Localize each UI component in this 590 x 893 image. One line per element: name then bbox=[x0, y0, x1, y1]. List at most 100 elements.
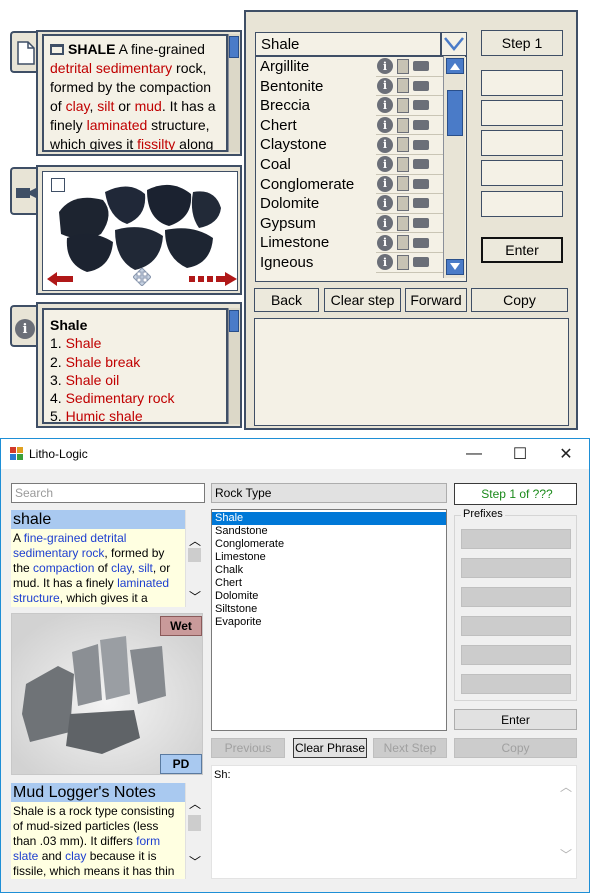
prefix-slot-1[interactable] bbox=[481, 70, 563, 96]
scroll-thumb[interactable] bbox=[229, 36, 239, 58]
info-icon[interactable]: i bbox=[377, 58, 393, 75]
camera-icon[interactable] bbox=[413, 80, 429, 91]
document-icon[interactable] bbox=[397, 176, 409, 192]
related-item-link[interactable]: Humic shale bbox=[66, 408, 143, 424]
rock-list-scrollbar[interactable] bbox=[443, 56, 465, 278]
document-icon[interactable] bbox=[397, 195, 409, 211]
info-icon[interactable]: i bbox=[377, 234, 393, 251]
related-item[interactable]: 1. Shale bbox=[50, 334, 220, 352]
rock-list-item[interactable]: Dolomite bbox=[212, 590, 446, 603]
camera-icon[interactable] bbox=[413, 257, 429, 268]
prefix-slot-3[interactable] bbox=[461, 587, 571, 607]
prefix-slot-2[interactable] bbox=[461, 558, 571, 578]
related-scrollbar[interactable] bbox=[228, 308, 240, 424]
rock-list-item[interactable]: Conglomerate bbox=[212, 538, 446, 551]
prefix-slot-1[interactable] bbox=[461, 529, 571, 549]
camera-icon[interactable] bbox=[413, 100, 429, 111]
clear-step-button[interactable]: Clear step bbox=[324, 288, 401, 312]
related-item-link[interactable]: Shale oil bbox=[66, 372, 120, 388]
info-icon[interactable]: i bbox=[377, 195, 393, 212]
minimize-button[interactable]: — bbox=[451, 439, 497, 469]
next-step-button[interactable]: Next Step bbox=[373, 738, 447, 758]
camera-icon[interactable] bbox=[413, 61, 429, 72]
document-icon[interactable] bbox=[397, 78, 409, 94]
wet-badge[interactable]: Wet bbox=[160, 616, 202, 636]
close-button[interactable]: ✕ bbox=[543, 439, 589, 469]
document-icon[interactable] bbox=[397, 137, 409, 153]
document-icon[interactable] bbox=[397, 58, 409, 74]
scroll-down-icon[interactable]: ﹀ bbox=[560, 846, 572, 863]
document-tab[interactable] bbox=[10, 31, 38, 73]
rock-list-item[interactable]: Conglomerate bbox=[257, 175, 377, 195]
scroll-down-icon[interactable]: ﹀ bbox=[189, 588, 201, 605]
info-tab[interactable]: i bbox=[10, 305, 38, 347]
camera-icon[interactable] bbox=[413, 178, 429, 189]
info-icon[interactable]: i bbox=[377, 136, 393, 153]
previous-button[interactable]: Previous bbox=[211, 738, 285, 758]
glossary-link[interactable]: compaction bbox=[33, 561, 94, 575]
scroll-thumb[interactable] bbox=[188, 815, 201, 831]
document-icon[interactable] bbox=[397, 97, 409, 113]
glossary-link[interactable]: clay bbox=[66, 98, 90, 114]
arrow-left-icon[interactable] bbox=[47, 272, 73, 286]
output-area[interactable] bbox=[254, 318, 569, 426]
output-text-area[interactable]: Sh: ︿ ﹀ bbox=[211, 765, 577, 879]
glossary-link[interactable]: detrital sedimentary bbox=[50, 60, 172, 76]
info-icon[interactable]: i bbox=[377, 117, 393, 134]
related-item[interactable]: 4. Sedimentary rock bbox=[50, 389, 220, 407]
rock-search-combo[interactable]: Shale bbox=[255, 32, 441, 56]
enter-button[interactable]: Enter bbox=[481, 237, 563, 263]
glossary-link[interactable]: mud bbox=[135, 98, 162, 114]
chevron-down-icon[interactable] bbox=[441, 32, 467, 56]
prefix-slot-5[interactable] bbox=[481, 191, 563, 217]
related-item[interactable]: 3. Shale oil bbox=[50, 371, 220, 389]
notes-scrollbar[interactable]: ︿ ﹀ bbox=[185, 783, 203, 879]
rock-list-item[interactable]: Coal bbox=[257, 155, 377, 175]
info-icon[interactable]: i bbox=[377, 254, 393, 271]
rock-list-item[interactable]: Siltstone bbox=[212, 603, 446, 616]
rock-list-item[interactable]: Limestone bbox=[212, 551, 446, 564]
info-icon[interactable]: i bbox=[377, 175, 393, 192]
back-button[interactable]: Back bbox=[254, 288, 319, 312]
rock-list-item[interactable]: Dolomite bbox=[257, 194, 377, 214]
related-item-link[interactable]: Shale break bbox=[66, 354, 141, 370]
camera-icon[interactable] bbox=[413, 120, 429, 131]
camera-icon[interactable] bbox=[413, 198, 429, 209]
glossary-link[interactable]: fissilty bbox=[137, 136, 175, 150]
related-item[interactable]: 5. Humic shale bbox=[50, 407, 220, 425]
rock-list-item[interactable]: Breccia bbox=[257, 96, 377, 116]
rock-list-item[interactable]: Chert bbox=[257, 116, 377, 136]
enter-button[interactable]: Enter bbox=[454, 709, 577, 730]
camera-icon[interactable] bbox=[413, 237, 429, 248]
clear-phrase-button[interactable]: Clear Phrase bbox=[293, 738, 367, 758]
forward-button[interactable]: Forward bbox=[405, 288, 467, 312]
rock-list-item[interactable]: Gypsum bbox=[257, 214, 377, 234]
info-icon[interactable]: i bbox=[377, 77, 393, 94]
prefix-slot-4[interactable] bbox=[461, 616, 571, 636]
prefix-slot-6[interactable] bbox=[461, 674, 571, 694]
rock-list-item[interactable]: Sandstone bbox=[212, 525, 446, 538]
prefix-slot-2[interactable] bbox=[481, 100, 563, 126]
document-icon[interactable] bbox=[397, 215, 409, 231]
scroll-up-icon[interactable]: ︿ bbox=[560, 778, 572, 795]
pd-badge[interactable]: PD bbox=[160, 754, 202, 774]
info-icon[interactable]: i bbox=[377, 97, 393, 114]
rock-list-item[interactable]: Evaporite bbox=[212, 616, 446, 629]
definition-scrollbar[interactable]: ︿ ﹀ bbox=[185, 510, 203, 607]
copy-button[interactable]: Copy bbox=[471, 288, 568, 312]
rock-list-item[interactable]: Bentonite bbox=[257, 77, 377, 97]
maximize-button[interactable]: ☐ bbox=[497, 439, 543, 469]
camera-tab[interactable] bbox=[10, 167, 38, 215]
rock-list-item[interactable]: Limestone bbox=[257, 233, 377, 253]
scroll-down-icon[interactable]: ﹀ bbox=[189, 853, 201, 870]
zoom-icon[interactable] bbox=[51, 178, 65, 192]
prefix-slot-4[interactable] bbox=[481, 160, 563, 186]
document-icon[interactable] bbox=[397, 235, 409, 251]
arrow-right-icon[interactable] bbox=[189, 272, 237, 286]
rock-type-listbox[interactable]: Shale Sandstone Conglomerate Limestone Chalk… bbox=[211, 509, 447, 731]
related-item-link[interactable]: Sedimentary rock bbox=[66, 390, 175, 406]
rock-list-item[interactable]: Igneous bbox=[257, 253, 377, 273]
rock-list-item[interactable]: Chert bbox=[212, 577, 446, 590]
prefix-slot-5[interactable] bbox=[461, 645, 571, 665]
camera-icon[interactable] bbox=[413, 139, 429, 150]
